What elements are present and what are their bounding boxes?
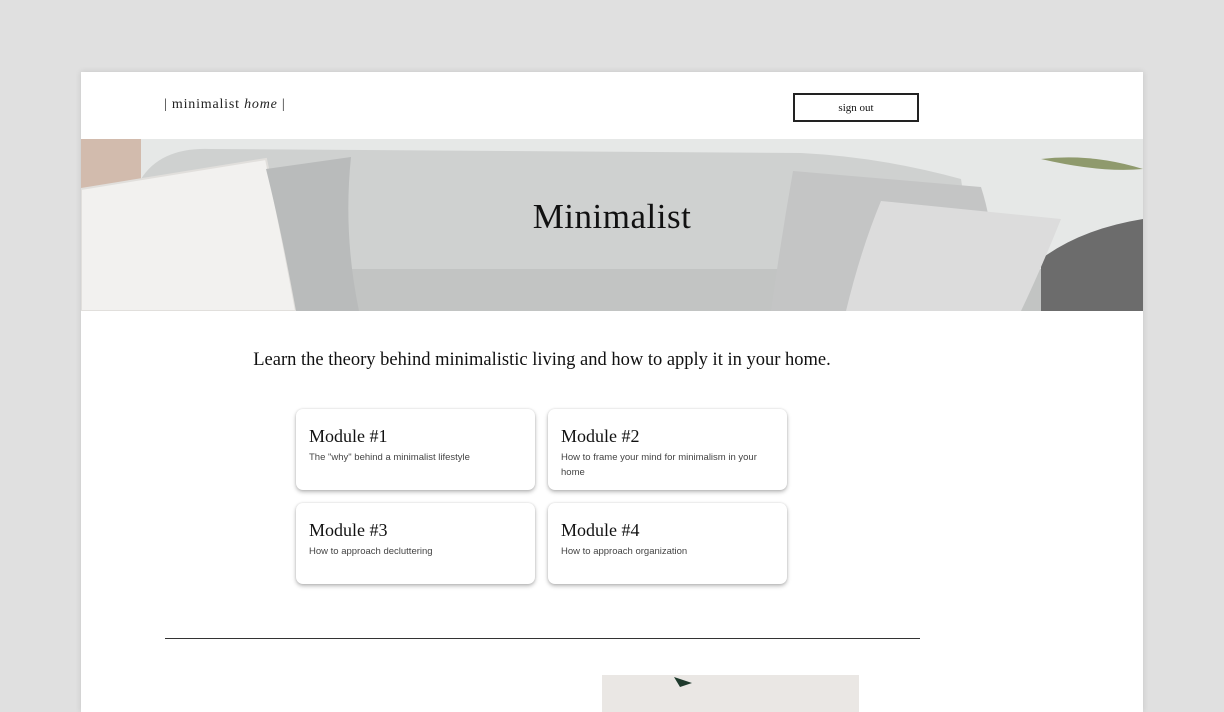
hero-title: Minimalist: [532, 197, 692, 236]
module-card-3[interactable]: Module #3 How to approach decluttering: [296, 503, 535, 584]
module-title: Module #1: [309, 426, 388, 446]
module-title: Module #2: [561, 426, 640, 446]
module-card-2[interactable]: Module #2 How to frame your mind for min…: [548, 409, 787, 490]
module-description: The "why" behind a minimalist lifestyle: [309, 452, 470, 463]
module-title: Module #3: [309, 520, 388, 540]
module-description: How to frame your mind for minimalism in…: [561, 452, 757, 478]
section-divider: [165, 638, 920, 639]
hero-banner: Minimalist: [81, 139, 1143, 311]
intro-text: Learn the theory behind minimalistic liv…: [253, 350, 831, 370]
page-container: | minimalist home | sign out Minimalist …: [81, 72, 1143, 712]
module-card-4[interactable]: Module #4 How to approach organization: [548, 503, 787, 584]
module-title: Module #4: [561, 520, 640, 540]
site-logo[interactable]: | minimalist home |: [164, 97, 286, 113]
section-image: [602, 675, 859, 712]
module-description: How to approach organization: [561, 546, 688, 557]
logo-italic-word: home: [244, 97, 278, 112]
plant-image: [674, 677, 692, 687]
module-card-1[interactable]: Module #1 The "why" behind a minimalist …: [296, 409, 535, 490]
logo-suffix: |: [277, 97, 286, 112]
module-description: How to approach decluttering: [309, 546, 433, 557]
sign-out-button[interactable]: sign out: [793, 93, 919, 122]
logo-prefix: | minimalist: [164, 97, 245, 112]
